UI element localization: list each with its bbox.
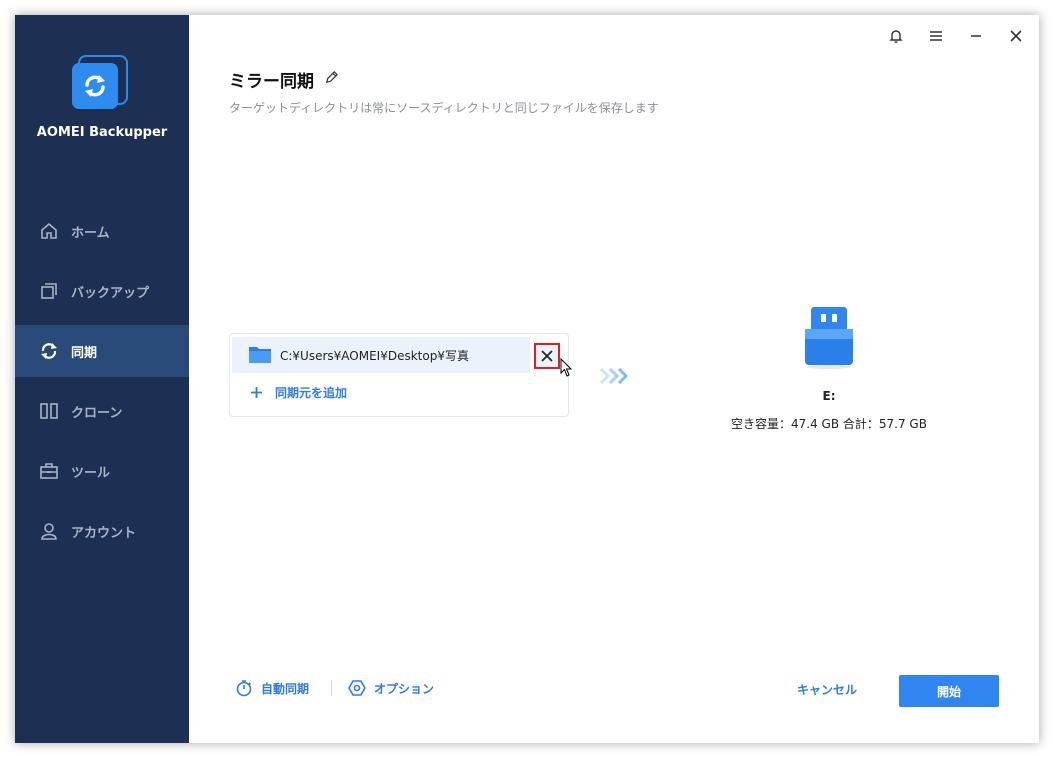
- sidebar-item-account[interactable]: アカウント: [15, 505, 189, 557]
- notification-button[interactable]: [885, 25, 907, 47]
- sidebar-item-sync[interactable]: 同期: [15, 325, 189, 377]
- app-logo: [72, 55, 130, 113]
- source-item[interactable]: C:¥Users¥AOMEI¥Desktop¥写真: [232, 337, 530, 373]
- edit-title-button[interactable]: [324, 70, 339, 90]
- sidebar-item-home[interactable]: ホーム: [15, 205, 189, 257]
- page-subtitle: ターゲットディレクトリは常にソースディレクトリと同じファイルを保存します: [229, 101, 659, 115]
- folder-icon: [248, 344, 272, 367]
- divider: [331, 680, 333, 696]
- close-icon: [1010, 30, 1022, 42]
- toolbox-icon: [39, 461, 59, 481]
- start-button[interactable]: 開始: [899, 675, 999, 707]
- destination-panel[interactable]: E: 空き容量：47.4 GB 合計：57.7 GB: [709, 305, 949, 432]
- clone-icon: [39, 401, 59, 421]
- settings-hexagon-icon: [348, 680, 366, 696]
- sync-icon: [39, 341, 59, 361]
- home-icon: [39, 221, 59, 241]
- backup-icon: [39, 281, 59, 301]
- window-controls: [885, 25, 1027, 47]
- sidebar-item-label: ホーム: [71, 225, 110, 241]
- sidebar-item-clone[interactable]: クローン: [15, 385, 189, 437]
- destination-drive: E:: [822, 389, 836, 403]
- source-path: C:¥Users¥AOMEI¥Desktop¥写真: [280, 348, 469, 363]
- main-panel: ミラー同期 ターゲットディレクトリは常にソースディレクトリと同じファイルを保存し…: [189, 15, 1039, 743]
- sidebar-item-label: バックアップ: [71, 285, 150, 301]
- user-icon: [39, 521, 59, 541]
- mouse-cursor-icon: [560, 357, 574, 382]
- stopwatch-icon: [236, 680, 252, 697]
- minimize-icon: [971, 35, 981, 37]
- destination-capacity: 空き容量：47.4 GB 合計：57.7 GB: [731, 417, 927, 431]
- plus-icon: [251, 387, 262, 398]
- add-source-label: 同期元を追加: [275, 386, 348, 400]
- bell-icon: [889, 30, 903, 43]
- sidebar-item-label: 同期: [71, 345, 98, 361]
- sidebar-item-backup[interactable]: バックアップ: [15, 265, 189, 317]
- usb-drive-icon: [804, 305, 854, 369]
- sidebar-item-tools[interactable]: ツール: [15, 445, 189, 497]
- source-card: C:¥Users¥AOMEI¥Desktop¥写真 同期元を追加: [229, 333, 573, 417]
- footer-options: 自動同期 オプション: [235, 679, 434, 697]
- hamburger-icon: [930, 31, 942, 41]
- options-label: オプション: [374, 681, 435, 696]
- sidebar-nav: ホーム バックアップ 同期 クローン ツール アカウント: [15, 205, 189, 565]
- direction-arrows-icon: [599, 367, 631, 389]
- pencil-icon: [325, 70, 338, 83]
- app-window: AOMEI Backupper ホーム バックアップ 同期 クローン ツール ア…: [15, 15, 1039, 743]
- page-title: ミラー同期: [229, 67, 339, 92]
- sidebar-item-label: ツール: [71, 465, 111, 481]
- auto-sync-button[interactable]: 自動同期: [235, 679, 309, 697]
- app-name: AOMEI Backupper: [36, 125, 168, 140]
- close-button[interactable]: [1005, 25, 1027, 47]
- remove-source-button[interactable]: [534, 343, 560, 369]
- menu-button[interactable]: [925, 25, 947, 47]
- sidebar: AOMEI Backupper ホーム バックアップ 同期 クローン ツール ア…: [15, 15, 189, 743]
- auto-sync-label: 自動同期: [261, 681, 310, 696]
- minimize-button[interactable]: [965, 25, 987, 47]
- close-icon: [541, 350, 553, 362]
- cancel-button[interactable]: キャンセル: [797, 681, 857, 698]
- add-source-button[interactable]: 同期元を追加: [250, 384, 347, 401]
- page-title-text: ミラー同期: [229, 72, 314, 92]
- sidebar-item-label: アカウント: [71, 525, 137, 541]
- options-button[interactable]: オプション: [348, 679, 434, 697]
- sync-logo-icon: [85, 75, 105, 97]
- sidebar-item-label: クローン: [71, 405, 123, 421]
